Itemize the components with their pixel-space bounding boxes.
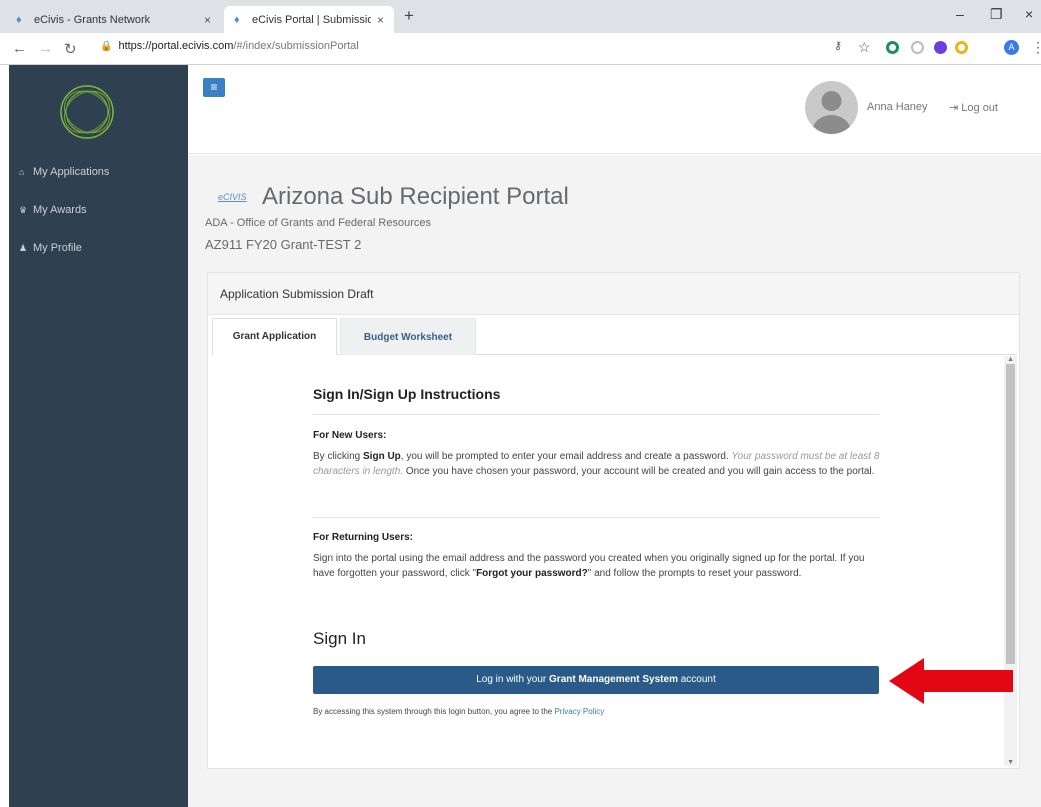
- url-host: https://portal.ecivis.com: [118, 40, 234, 52]
- new-users-text: By clicking Sign Up, you will be prompte…: [313, 451, 880, 477]
- profile-avatar-icon[interactable]: A: [1004, 40, 1019, 55]
- restore-icon[interactable]: ❐: [990, 6, 1003, 23]
- divider: [313, 517, 879, 518]
- menu-dots-icon[interactable]: ⋮: [1031, 39, 1041, 56]
- login-button[interactable]: Log in with your Grant Management System…: [313, 666, 879, 694]
- tab-title: eCivis Portal | Submission Portal: [252, 13, 371, 26]
- avatar[interactable]: [805, 81, 858, 134]
- panel-title: Application Submission Draft: [220, 287, 374, 301]
- url-field[interactable]: 🔒 https://portal.ecivis.com/#/index/submi…: [100, 40, 359, 52]
- scrollbar[interactable]: ▲ ▼: [1004, 356, 1017, 766]
- logo-icon: [60, 85, 114, 139]
- sidebar: ⌂ My Applications ♛ My Awards ♟ My Profi…: [9, 65, 188, 807]
- tab-budget-worksheet[interactable]: Budget Worksheet: [340, 318, 476, 355]
- forward-arrow-icon[interactable]: →: [38, 40, 53, 57]
- ecivis-favicon-icon: ♦: [234, 13, 240, 26]
- logout-icon: ⇥: [949, 102, 962, 114]
- instructions-title: Sign In/Sign Up Instructions: [313, 386, 501, 402]
- close-window-icon[interactable]: ×: [1025, 6, 1033, 22]
- reload-icon[interactable]: ↻: [64, 40, 77, 58]
- panel-tabs: Grant Application Budget Worksheet: [212, 315, 1017, 355]
- logout-label: Log out: [961, 102, 998, 114]
- sidebar-item-label: My Awards: [33, 204, 87, 216]
- tab-title: eCivis - Grants Network: [34, 13, 151, 26]
- browser-tab-bar: ♦ eCivis - Grants Network × ♦ eCivis Por…: [0, 0, 1041, 33]
- sidebar-item-my-awards[interactable]: ♛ My Awards: [19, 204, 87, 216]
- legal-notice: By accessing this system through this lo…: [313, 707, 605, 716]
- sidebar-item-my-profile[interactable]: ♟ My Profile: [19, 242, 82, 254]
- user-silhouette-icon: [812, 91, 851, 134]
- privacy-policy-link[interactable]: Privacy Policy: [554, 707, 604, 716]
- extension-icon[interactable]: [886, 41, 899, 54]
- close-tab-icon[interactable]: ×: [377, 13, 384, 27]
- back-arrow-icon[interactable]: ←: [12, 40, 27, 57]
- extension-icon[interactable]: [955, 41, 968, 54]
- embedded-login-frame: Sign In/Sign Up Instructions For New Use…: [212, 356, 1017, 766]
- extension-icon[interactable]: [934, 41, 947, 54]
- main-content: eCIVIS Arizona Sub Recipient Portal ADA …: [188, 155, 1041, 807]
- sign-in-heading: Sign In: [313, 629, 366, 648]
- user-icon: ♟: [19, 242, 28, 253]
- organization-name: ADA - Office of Grants and Federal Resou…: [205, 217, 432, 229]
- address-bar: ← → ↻ 🔒 https://portal.ecivis.com/#/index…: [0, 33, 1041, 65]
- returning-users-text: Sign into the portal using the email add…: [313, 553, 865, 579]
- user-name: Anna Haney: [867, 101, 928, 113]
- new-tab-button[interactable]: +: [404, 6, 414, 26]
- divider: [313, 414, 879, 415]
- sidebar-item-my-applications[interactable]: ⌂ My Applications: [19, 166, 109, 178]
- url-path: /#/index/submissionPortal: [233, 40, 359, 52]
- red-arrow-icon: [889, 658, 1013, 704]
- key-icon[interactable]: ⚷: [834, 39, 842, 52]
- grant-name: AZ911 FY20 Grant-TEST 2: [205, 237, 362, 252]
- returning-users-heading: For Returning Users:: [313, 532, 414, 543]
- extension-icon[interactable]: [911, 41, 924, 54]
- top-header: ≡ Anna Haney ⇥ Log out: [188, 65, 1041, 154]
- ecivis-favicon-icon: ♦: [16, 13, 22, 26]
- browser-tab-submission-portal[interactable]: ♦ eCivis Portal | Submission Portal ×: [224, 6, 394, 33]
- new-users-heading: For New Users:: [313, 430, 387, 441]
- scrollbar-thumb[interactable]: [1006, 364, 1015, 664]
- lock-icon: 🔒: [100, 41, 113, 52]
- scroll-up-icon[interactable]: ▲: [1007, 356, 1014, 363]
- page-title: Arizona Sub Recipient Portal: [262, 183, 569, 210]
- sidebar-item-label: My Profile: [33, 242, 82, 254]
- browser-tab-grants-network[interactable]: ♦ eCivis - Grants Network ×: [6, 6, 221, 33]
- panel-header: Application Submission Draft: [208, 273, 1019, 315]
- close-tab-icon[interactable]: ×: [204, 13, 211, 27]
- ecivis-brand-logo: eCIVIS: [218, 192, 247, 202]
- home-icon: ⌂: [19, 167, 25, 177]
- minimize-icon[interactable]: –: [956, 6, 964, 22]
- logout-link[interactable]: ⇥ Log out: [949, 101, 998, 114]
- tab-grant-application[interactable]: Grant Application: [212, 318, 337, 355]
- bookmark-star-icon[interactable]: ☆: [858, 39, 871, 56]
- menu-toggle-button[interactable]: ≡: [203, 78, 225, 97]
- sidebar-item-label: My Applications: [33, 166, 110, 178]
- trophy-icon: ♛: [19, 204, 28, 215]
- scroll-down-icon[interactable]: ▼: [1007, 759, 1014, 766]
